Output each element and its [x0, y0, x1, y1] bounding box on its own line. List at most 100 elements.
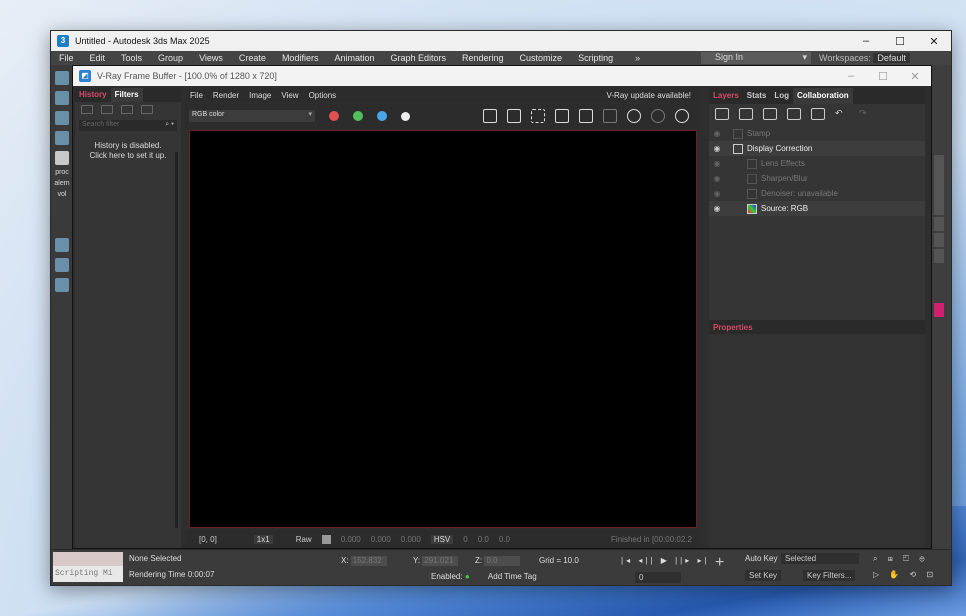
set-key-button[interactable]: Set Key: [745, 570, 782, 581]
frame-field[interactable]: 0: [635, 572, 681, 583]
vfb-minimize-button[interactable]: –: [835, 70, 867, 83]
vfb-maximize-button[interactable]: ☐: [867, 70, 899, 83]
track-mouse-icon[interactable]: [579, 109, 593, 123]
menu-scripting[interactable]: Scripting: [570, 53, 621, 63]
region-render-icon[interactable]: [531, 109, 545, 123]
layer-list-icon[interactable]: [811, 108, 825, 120]
visibility-icon[interactable]: ◉: [709, 144, 725, 153]
sign-in-dropdown[interactable]: Sign In ▾: [701, 52, 811, 64]
alpha-channel-button[interactable]: [401, 111, 410, 121]
raw-label[interactable]: Raw: [278, 535, 317, 544]
green-channel-button[interactable]: [353, 111, 363, 121]
menu-views[interactable]: Views: [191, 53, 231, 63]
history-save-icon[interactable]: [81, 105, 93, 114]
undo-icon[interactable]: ↶: [835, 108, 849, 120]
save-layers-icon[interactable]: [763, 108, 777, 120]
vfb-menu-options[interactable]: Options: [304, 91, 342, 100]
menu-tools[interactable]: Tools: [113, 53, 150, 63]
layer-stamp[interactable]: ◉ Stamp: [709, 126, 925, 141]
vfb-menu-image[interactable]: Image: [244, 91, 276, 100]
layer-lens-effects[interactable]: ◉ Lens Effects: [709, 156, 925, 171]
maximize-button[interactable]: ☐: [883, 35, 917, 48]
menu-graph-editors[interactable]: Graph Editors: [382, 53, 454, 63]
layer-display-correction[interactable]: ◉ Display Correction: [709, 141, 925, 156]
tab-stats[interactable]: Stats: [743, 88, 771, 104]
frame-buffer-icon[interactable]: [55, 278, 69, 292]
color-swatch[interactable]: [934, 303, 944, 317]
menu-rendering[interactable]: Rendering: [454, 53, 512, 63]
script-output[interactable]: [53, 552, 123, 566]
tab-history[interactable]: History: [75, 88, 111, 102]
tab-log[interactable]: Log: [770, 88, 793, 104]
add-key-icon[interactable]: +: [715, 554, 724, 572]
history-load-icon[interactable]: [121, 105, 133, 114]
filter-search-input[interactable]: Search filter ⌕ ▾: [79, 120, 177, 131]
visibility-icon[interactable]: ◉: [709, 129, 725, 138]
menu-group[interactable]: Group: [150, 53, 191, 63]
render-icon[interactable]: [651, 109, 665, 123]
menu-overflow-button[interactable]: »: [621, 53, 654, 63]
save-image-icon[interactable]: [483, 109, 497, 123]
maxscript-listener[interactable]: Scripting Mi: [53, 552, 123, 583]
menu-file[interactable]: File: [51, 53, 82, 63]
render-interactive-icon[interactable]: [627, 109, 641, 123]
vfb-menu-render[interactable]: Render: [208, 91, 244, 100]
z-field[interactable]: 0.0: [484, 556, 521, 566]
script-input[interactable]: Scripting Mi: [53, 566, 123, 582]
frame-value[interactable]: 0: [635, 572, 681, 583]
viewport-nav-icons-2[interactable]: ▷ ✋ ⟲ ⊡: [873, 570, 937, 579]
vol-label[interactable]: vol: [51, 191, 73, 198]
render-canvas[interactable]: [189, 130, 697, 528]
alem-label[interactable]: alem: [51, 180, 73, 187]
menu-animation[interactable]: Animation: [326, 53, 382, 63]
history-remove-icon[interactable]: [141, 105, 153, 114]
material-icon[interactable]: [55, 258, 69, 272]
visibility-icon[interactable]: ◉: [709, 189, 725, 198]
vfb-menu-file[interactable]: File: [185, 91, 208, 100]
light-icon[interactable]: [55, 151, 69, 165]
menu-modifiers[interactable]: Modifiers: [274, 53, 327, 63]
channel-dropdown[interactable]: RGB color ▾: [189, 110, 315, 122]
vray-update-link[interactable]: V-Ray update available!: [607, 91, 698, 100]
menu-customize[interactable]: Customize: [512, 53, 571, 63]
auto-key-button[interactable]: Auto Key: [745, 554, 777, 563]
clear-image-icon[interactable]: [507, 109, 521, 123]
layer-source-rgb[interactable]: ◉ Source: RGB: [709, 201, 925, 216]
rotate-icon[interactable]: [55, 111, 69, 125]
playback-controls[interactable]: |◂ ◂|| ▶ ||▸ ▸|: [621, 556, 710, 565]
history-scrollbar[interactable]: [175, 152, 178, 528]
vfb-close-button[interactable]: ✕: [899, 70, 931, 83]
color-mode-dropdown[interactable]: HSV: [426, 534, 458, 544]
tab-filters[interactable]: Filters: [110, 88, 143, 102]
redo-icon[interactable]: ↷: [859, 108, 873, 120]
scale-icon[interactable]: [55, 131, 69, 145]
delete-layer-icon[interactable]: [739, 108, 753, 120]
key-mode-dropdown[interactable]: Selected: [781, 553, 859, 564]
workspace-selector[interactable]: Workspaces: Default: [811, 53, 951, 63]
minimize-button[interactable]: –: [849, 35, 883, 48]
add-time-tag-button[interactable]: Add Time Tag: [488, 572, 537, 581]
close-button[interactable]: ✕: [917, 35, 951, 48]
proc-label[interactable]: proc: [51, 169, 73, 176]
teapot-render-icon[interactable]: [675, 109, 689, 123]
select-icon[interactable]: [55, 71, 69, 85]
key-filters-button[interactable]: Key Filters...: [803, 570, 856, 581]
compare-icon[interactable]: [555, 109, 569, 123]
layer-sharpen-blur[interactable]: ◉ Sharpen/Blur: [709, 171, 925, 186]
enabled-dot-icon[interactable]: ●: [465, 572, 470, 581]
layer-denoiser[interactable]: ◉ Denoiser: unavailable: [709, 186, 925, 201]
history-disabled-message[interactable]: History is disabled. Click here to set i…: [75, 141, 181, 161]
lock-icon[interactable]: [603, 109, 617, 123]
vfb-menu-view[interactable]: View: [276, 91, 303, 100]
visibility-icon[interactable]: ◉: [709, 159, 725, 168]
tab-collaboration[interactable]: Collaboration: [793, 88, 853, 104]
y-field[interactable]: 291.021: [422, 556, 459, 566]
menu-edit[interactable]: Edit: [82, 53, 114, 63]
red-channel-button[interactable]: [329, 111, 339, 121]
create-layer-icon[interactable]: [715, 108, 729, 120]
visibility-icon[interactable]: ◉: [709, 174, 725, 183]
x-field[interactable]: 152.832: [350, 556, 387, 566]
history-compare-icon[interactable]: [101, 105, 113, 114]
move-icon[interactable]: [55, 91, 69, 105]
visibility-icon[interactable]: ◉: [709, 204, 725, 213]
